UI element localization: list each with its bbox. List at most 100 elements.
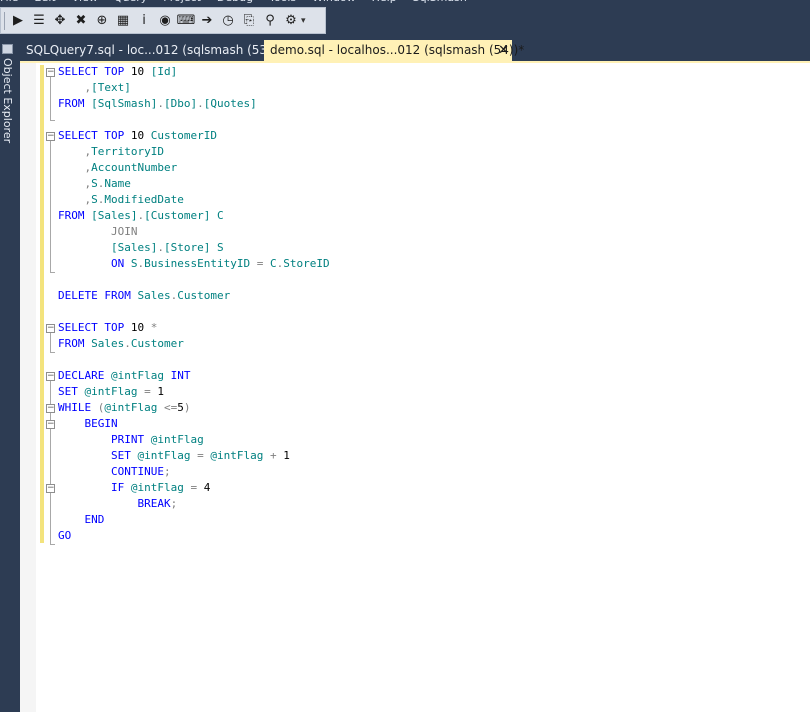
code-token: DELETE FROM: [58, 289, 138, 302]
crosshair-icon[interactable]: ⊕: [93, 12, 111, 30]
code-token: FROM: [58, 337, 92, 350]
format-lines-icon[interactable]: ☰: [30, 12, 48, 30]
code-token: ON: [110, 257, 131, 270]
code-line[interactable]: CONTINUE;: [58, 464, 330, 480]
code-token: +: [269, 449, 284, 462]
run-arrow-icon[interactable]: ➔: [198, 12, 216, 30]
tab-label: demo.sql - localhos...012 (sqlsmash (54)…: [270, 43, 525, 57]
code-text[interactable]: SELECT TOP 10 [Id] ,[Text] FROM [SqlSmash…: [58, 64, 330, 544]
collapse-toggle-icon[interactable]: −: [46, 68, 55, 77]
search-icon[interactable]: ⚲: [261, 12, 279, 30]
code-line[interactable]: DELETE FROM Sales.Customer: [58, 288, 330, 304]
code-line[interactable]: ,[Text]: [58, 80, 330, 96]
code-line[interactable]: [Sales].[Store] S: [58, 240, 330, 256]
menu-item-help[interactable]: Help: [372, 0, 397, 4]
collapse-toggle-icon[interactable]: −: [46, 484, 55, 493]
code-token: ;: [163, 465, 171, 478]
code-token: SELECT TOP: [58, 129, 131, 142]
code-line[interactable]: BREAK;: [58, 496, 330, 512]
code-token: Name: [104, 177, 131, 190]
code-line[interactable]: [58, 352, 330, 368]
code-line[interactable]: SELECT TOP 10 *: [58, 320, 330, 336]
menu-item-window[interactable]: Window: [312, 0, 355, 4]
collapse-toggle-icon[interactable]: −: [46, 372, 55, 381]
code-token: @intFlag: [104, 401, 164, 414]
code-line[interactable]: GO: [58, 528, 330, 544]
menu-item-query[interactable]: Query: [114, 0, 147, 4]
collapse-arrows-icon[interactable]: ✖: [72, 12, 90, 30]
code-token: 5: [177, 401, 184, 414]
history-clock-icon[interactable]: ◷: [219, 12, 237, 30]
record-icon[interactable]: ◉: [156, 12, 174, 30]
code-line[interactable]: FROM Sales.Customer: [58, 336, 330, 352]
collapse-toggle-icon[interactable]: −: [46, 324, 55, 333]
code-line[interactable]: SET @intFlag = @intFlag + 1: [58, 448, 330, 464]
menu-item-tools[interactable]: Tools: [269, 0, 296, 4]
collapse-toggle-icon[interactable]: −: [46, 404, 55, 413]
code-token: @intFlag: [84, 385, 145, 398]
code-token: =: [144, 385, 158, 398]
code-line[interactable]: ON S.BusinessEntityID = C.StoreID: [58, 256, 330, 272]
code-token: @intFlag: [130, 481, 191, 494]
code-line[interactable]: SELECT TOP 10 [Id]: [58, 64, 330, 80]
code-line[interactable]: ,S.Name: [58, 176, 330, 192]
code-line[interactable]: ,TerritoryID: [58, 144, 330, 160]
code-token: FROM: [58, 209, 92, 222]
toolbar-grip[interactable]: [4, 11, 5, 30]
execute-icon[interactable]: ▶: [9, 12, 27, 30]
code-token: Sales: [91, 337, 125, 350]
menu-item-view[interactable]: View: [72, 0, 98, 4]
code-line[interactable]: DECLARE @intFlag INT: [58, 368, 330, 384]
sql-editor[interactable]: − − − − − − − SELECT TOP 10 [Id] ,[Text] FROM […: [20, 63, 810, 712]
menu-item-debug[interactable]: Debug: [217, 0, 253, 4]
tab-sqlquery7[interactable]: SQLQuery7.sql - loc...012 (sqlsmash (53)…: [20, 40, 276, 61]
collapse-toggle-icon[interactable]: −: [46, 420, 55, 429]
code-line[interactable]: SET @intFlag = 1: [58, 384, 330, 400]
code-line[interactable]: ,AccountNumber: [58, 160, 330, 176]
script-icon[interactable]: ⌨: [177, 12, 196, 30]
tab-demo-sql[interactable]: demo.sql - localhos...012 (sqlsmash (54)…: [264, 40, 524, 61]
code-token: BEGIN: [84, 417, 118, 430]
code-line[interactable]: PRINT @intFlag: [58, 432, 330, 448]
code-token: =: [256, 257, 270, 270]
code-line[interactable]: [58, 304, 330, 320]
code-line[interactable]: [58, 112, 330, 128]
code-line[interactable]: BEGIN: [58, 416, 330, 432]
code-line[interactable]: WHILE (@intFlag <=5): [58, 400, 330, 416]
table-grid-icon[interactable]: ▦: [114, 12, 132, 30]
code-token: @intFlag: [210, 449, 270, 462]
menu-item-file[interactable]: File: [0, 0, 18, 4]
code-token: ): [183, 401, 191, 414]
info-icon[interactable]: i: [135, 12, 153, 30]
menu-item-sqlsmash[interactable]: SqlSmash: [413, 0, 467, 4]
object-explorer-tab[interactable]: Object Explorer: [0, 40, 16, 712]
code-token: *: [150, 321, 158, 334]
code-line[interactable]: IF @intFlag = 4: [58, 480, 330, 496]
close-icon[interactable]: ✕: [498, 40, 509, 61]
code-line[interactable]: JOIN: [58, 224, 330, 240]
code-token: [Text]: [91, 81, 131, 94]
code-line[interactable]: SELECT TOP 10 CustomerID: [58, 128, 330, 144]
code-line[interactable]: FROM [SqlSmash].[Dbo].[Quotes]: [58, 96, 330, 112]
code-line[interactable]: END: [58, 512, 330, 528]
menu-item-edit[interactable]: Edit: [34, 0, 55, 4]
code-line[interactable]: FROM [Sales].[Customer] C: [58, 208, 330, 224]
code-token: IF: [110, 481, 131, 494]
gear-icon[interactable]: ⚙: [282, 12, 300, 30]
code-line[interactable]: ,S.ModifiedDate: [58, 192, 330, 208]
collapse-toggle-icon[interactable]: −: [46, 132, 55, 141]
move-arrows-icon[interactable]: ✥: [51, 12, 69, 30]
toolbar-overflow-icon[interactable]: ▾: [301, 16, 306, 26]
bookmark-icon[interactable]: ⎘: [240, 12, 258, 30]
sql-editor-toolbar: ▶ ☰ ✥ ✖ ⊕ ▦ i ◉ ⌨ ➔ ◷ ⎘ ⚲ ⚙ ▾: [0, 7, 326, 34]
object-explorer-icon: [2, 44, 13, 54]
menu-item-project[interactable]: Project: [163, 0, 201, 4]
code-line[interactable]: [58, 272, 330, 288]
